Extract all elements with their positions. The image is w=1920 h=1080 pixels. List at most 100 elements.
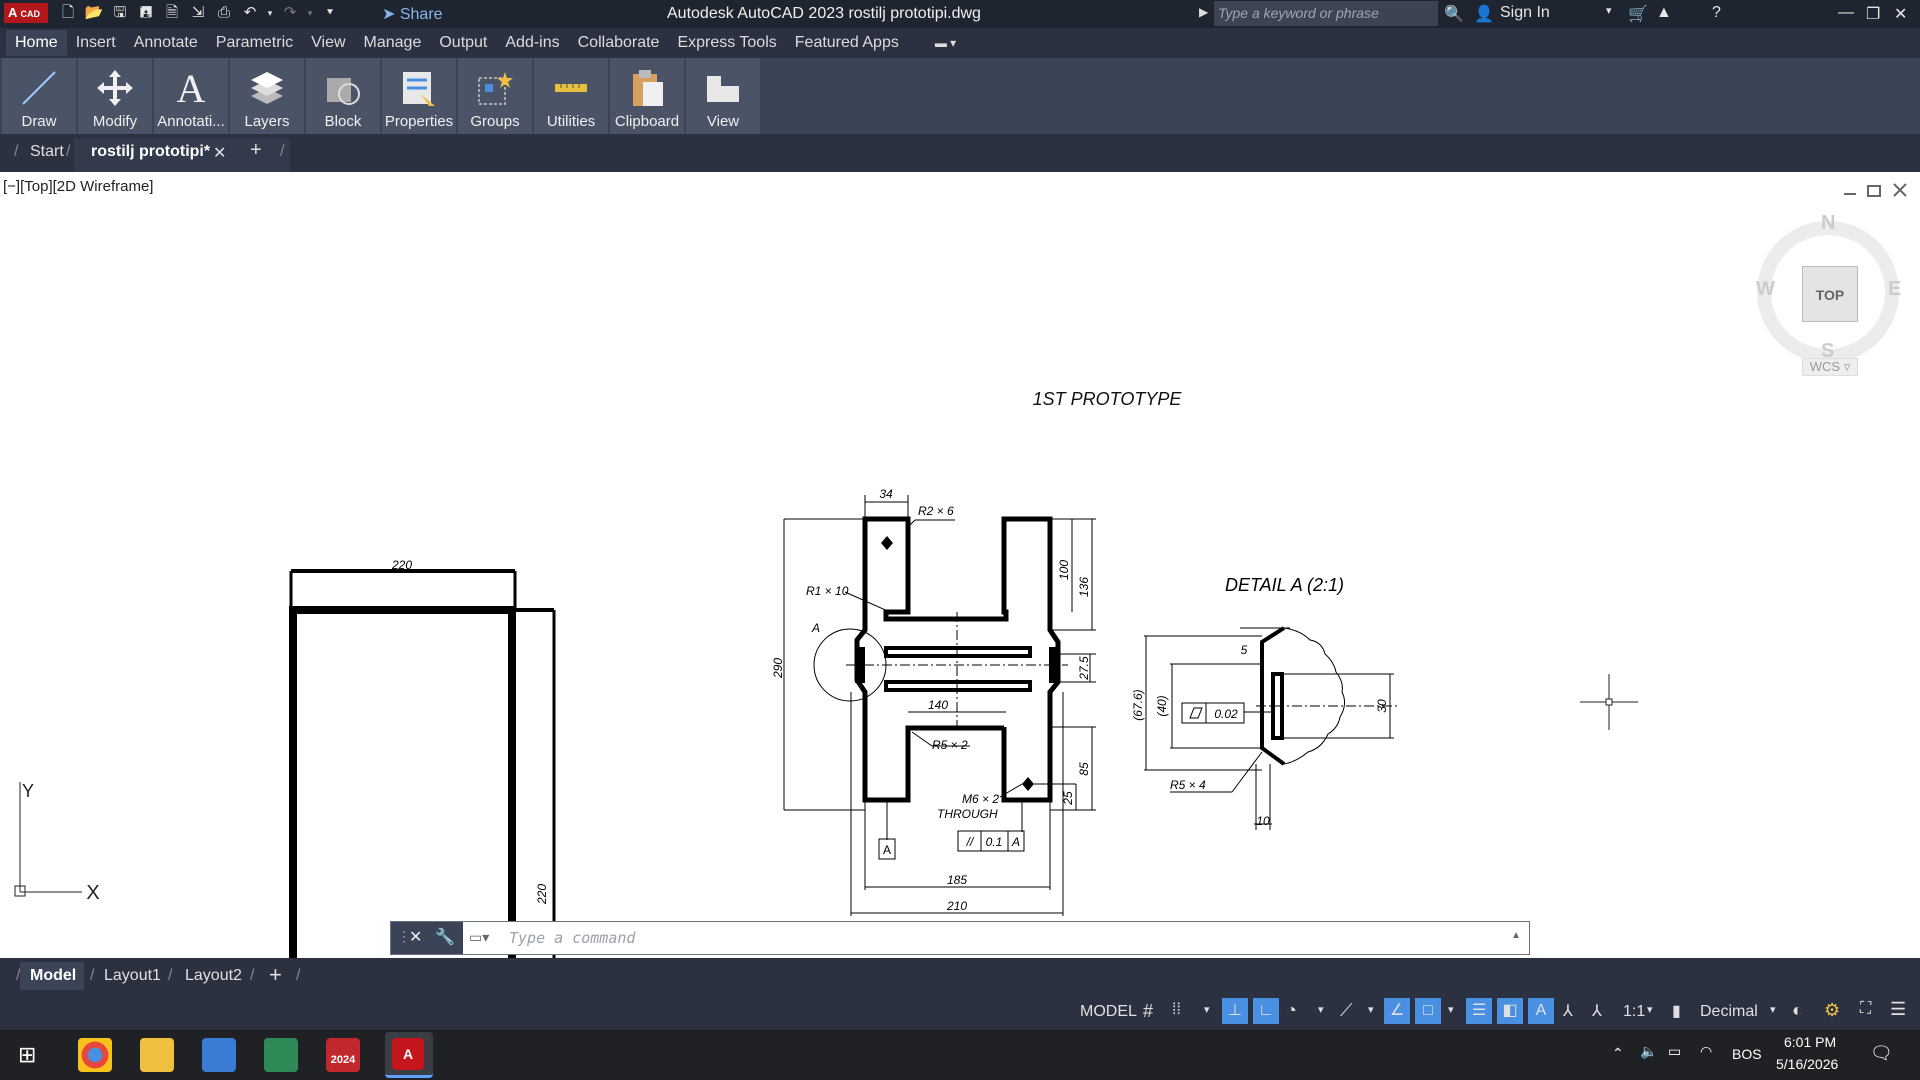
help-icon[interactable]: ?: [1712, 4, 1721, 22]
language-indicator[interactable]: BOS: [1732, 1046, 1762, 1062]
cart-icon[interactable]: 🛒: [1628, 4, 1648, 24]
sign-in-dropdown-icon[interactable]: ▾: [1606, 4, 1612, 17]
search-icon[interactable]: 🔍: [1444, 4, 1464, 24]
tab-view[interactable]: View: [302, 30, 354, 56]
solidworks-icon[interactable]: 2024: [326, 1038, 360, 1072]
units-select[interactable]: Decimal: [1700, 1003, 1758, 1021]
start-tab[interactable]: Start: [30, 143, 64, 161]
user-icon[interactable]: 👤: [1474, 4, 1494, 24]
annotation-visibility-icon[interactable]: A: [1528, 998, 1554, 1024]
panel-annotation[interactable]: A Annotati...: [154, 58, 228, 134]
active-file-tab-label[interactable]: rostilj prototipi*: [91, 143, 210, 161]
command-input[interactable]: Type a command: [509, 929, 635, 947]
export-icon[interactable]: ⇲: [188, 3, 208, 23]
tab-express-tools[interactable]: Express Tools: [668, 30, 785, 56]
panel-draw[interactable]: Draw: [2, 58, 76, 134]
auto-scale-icon[interactable]: ⅄: [1563, 1001, 1573, 1021]
add-layout-icon[interactable]: +: [269, 962, 282, 988]
save-as-icon[interactable]: 🖪: [136, 3, 156, 23]
drawing-canvas[interactable]: [−][Top][2D Wireframe] TOP N S E W WCS ▿…: [0, 172, 1920, 958]
tray-overflow-icon[interactable]: ⌃: [1612, 1045, 1624, 1062]
panel-layers[interactable]: Layers: [230, 58, 304, 134]
restore-icon[interactable]: ❐: [1866, 4, 1880, 24]
close-tab-icon[interactable]: ✕: [213, 143, 226, 163]
workspace-icon[interactable]: ⚙: [1824, 1000, 1840, 1021]
model-space-button[interactable]: MODEL: [1080, 1003, 1137, 1021]
panel-view[interactable]: View: [686, 58, 760, 134]
redo-icon[interactable]: ↷: [280, 3, 300, 23]
customize-qat-icon[interactable]: ⯆: [320, 3, 340, 23]
layout1-tab[interactable]: Layout1: [104, 967, 161, 985]
isodraft-icon[interactable]: ⟋: [1340, 1000, 1353, 1021]
command-history-icon[interactable]: ▲: [1511, 930, 1521, 941]
redo-dropdown-icon[interactable]: ▾: [306, 3, 314, 23]
customization-menu-icon[interactable]: ☰: [1890, 999, 1906, 1020]
transparency-icon[interactable]: ◧: [1497, 998, 1523, 1024]
tab-add-ins[interactable]: Add-ins: [496, 30, 568, 56]
file-explorer-icon[interactable]: [140, 1038, 174, 1072]
sign-in-link[interactable]: Sign In: [1500, 4, 1550, 22]
minimize-icon[interactable]: —: [1838, 4, 1854, 22]
autodesk-account-icon[interactable]: ▲: [1656, 4, 1672, 22]
app-logo[interactable]: A CAD: [4, 3, 48, 23]
polar-icon[interactable]: ◔: [1286, 1000, 1297, 1021]
tab-insert[interactable]: Insert: [67, 30, 125, 56]
open-web-icon[interactable]: 🗎: [162, 3, 182, 23]
clean-screen-icon[interactable]: ⛶: [1860, 1000, 1871, 1018]
new-tab-icon[interactable]: +: [250, 139, 262, 162]
panel-utilities[interactable]: Utilities: [534, 58, 608, 134]
command-close-icon[interactable]: ✕: [409, 927, 422, 947]
battery-icon[interactable]: ▭: [1668, 1043, 1681, 1060]
polar-dropdown-icon[interactable]: ▾: [1318, 1003, 1324, 1016]
chrome-icon[interactable]: [78, 1038, 112, 1072]
notifications-icon[interactable]: 🗨: [1870, 1043, 1893, 1064]
ribbon-minimize-icon[interactable]: ▬ ▾: [926, 32, 965, 54]
snap-icon[interactable]: ⁞⁞: [1172, 1001, 1181, 1019]
undo-icon[interactable]: ↶: [240, 3, 260, 23]
tab-parametric[interactable]: Parametric: [207, 30, 302, 56]
clock-time[interactable]: 6:01 PM: [1784, 1034, 1836, 1050]
plot-icon[interactable]: ⎙: [214, 3, 234, 23]
panel-properties[interactable]: Properties: [382, 58, 456, 134]
lineweight-icon[interactable]: ☰: [1466, 998, 1492, 1024]
ortho-icon[interactable]: ∟: [1253, 998, 1279, 1024]
tab-annotate[interactable]: Annotate: [125, 30, 207, 56]
calculator-icon[interactable]: [202, 1038, 236, 1072]
grid-icon[interactable]: #: [1143, 1001, 1153, 1022]
annotation-scale-icon[interactable]: ⅄: [1592, 1001, 1602, 1021]
command-prompt-icon[interactable]: ▭▾: [469, 929, 489, 946]
tab-manage[interactable]: Manage: [355, 30, 431, 56]
undo-dropdown-icon[interactable]: ▾: [266, 3, 274, 23]
tab-output[interactable]: Output: [430, 30, 496, 56]
save-icon[interactable]: 🖫: [110, 3, 130, 23]
osnap-tracking-icon[interactable]: ∠: [1384, 998, 1410, 1024]
windows-start-icon[interactable]: ⊞: [18, 1042, 36, 1068]
command-line[interactable]: ⋮ ✕ 🔧 ▭▾ Type a command ▲: [390, 921, 1530, 955]
units-icon[interactable]: ▮: [1672, 1001, 1681, 1021]
panel-block[interactable]: Block: [306, 58, 380, 134]
tab-featured-apps[interactable]: Featured Apps: [786, 30, 908, 56]
tab-home[interactable]: Home: [6, 30, 67, 56]
search-input[interactable]: Type a keyword or phrase: [1214, 1, 1438, 26]
search-expand-icon[interactable]: ▶: [1199, 5, 1208, 19]
share-button[interactable]: ➤ Share: [382, 4, 443, 24]
layout2-tab[interactable]: Layout2: [185, 967, 242, 985]
annotation-scale-value[interactable]: 1:1: [1623, 1003, 1645, 1021]
volume-icon[interactable]: 🔈: [1640, 1043, 1657, 1060]
command-customize-icon[interactable]: 🔧: [435, 927, 455, 947]
snap-dropdown-icon[interactable]: ▾: [1204, 1003, 1210, 1016]
tab-collaborate[interactable]: Collaborate: [569, 30, 669, 56]
model-tab[interactable]: Model: [30, 967, 76, 985]
close-icon[interactable]: ✕: [1894, 4, 1907, 24]
panel-clipboard[interactable]: Clipboard: [610, 58, 684, 134]
isodraft-dropdown-icon[interactable]: ▾: [1368, 1003, 1374, 1016]
isolate-objects-icon[interactable]: ◐: [1792, 1000, 1803, 1021]
osnap-icon[interactable]: □: [1415, 998, 1441, 1024]
osnap-dropdown-icon[interactable]: ▾: [1448, 1003, 1454, 1016]
scale-dropdown-icon[interactable]: ▾: [1647, 1003, 1653, 1016]
clock-date[interactable]: 5/16/2026: [1776, 1056, 1838, 1072]
notepad-plus-icon[interactable]: [264, 1038, 298, 1072]
dynamic-input-icon[interactable]: ⊥: [1222, 998, 1248, 1024]
units-dropdown-icon[interactable]: ▾: [1770, 1003, 1776, 1016]
panel-groups[interactable]: Groups: [458, 58, 532, 134]
